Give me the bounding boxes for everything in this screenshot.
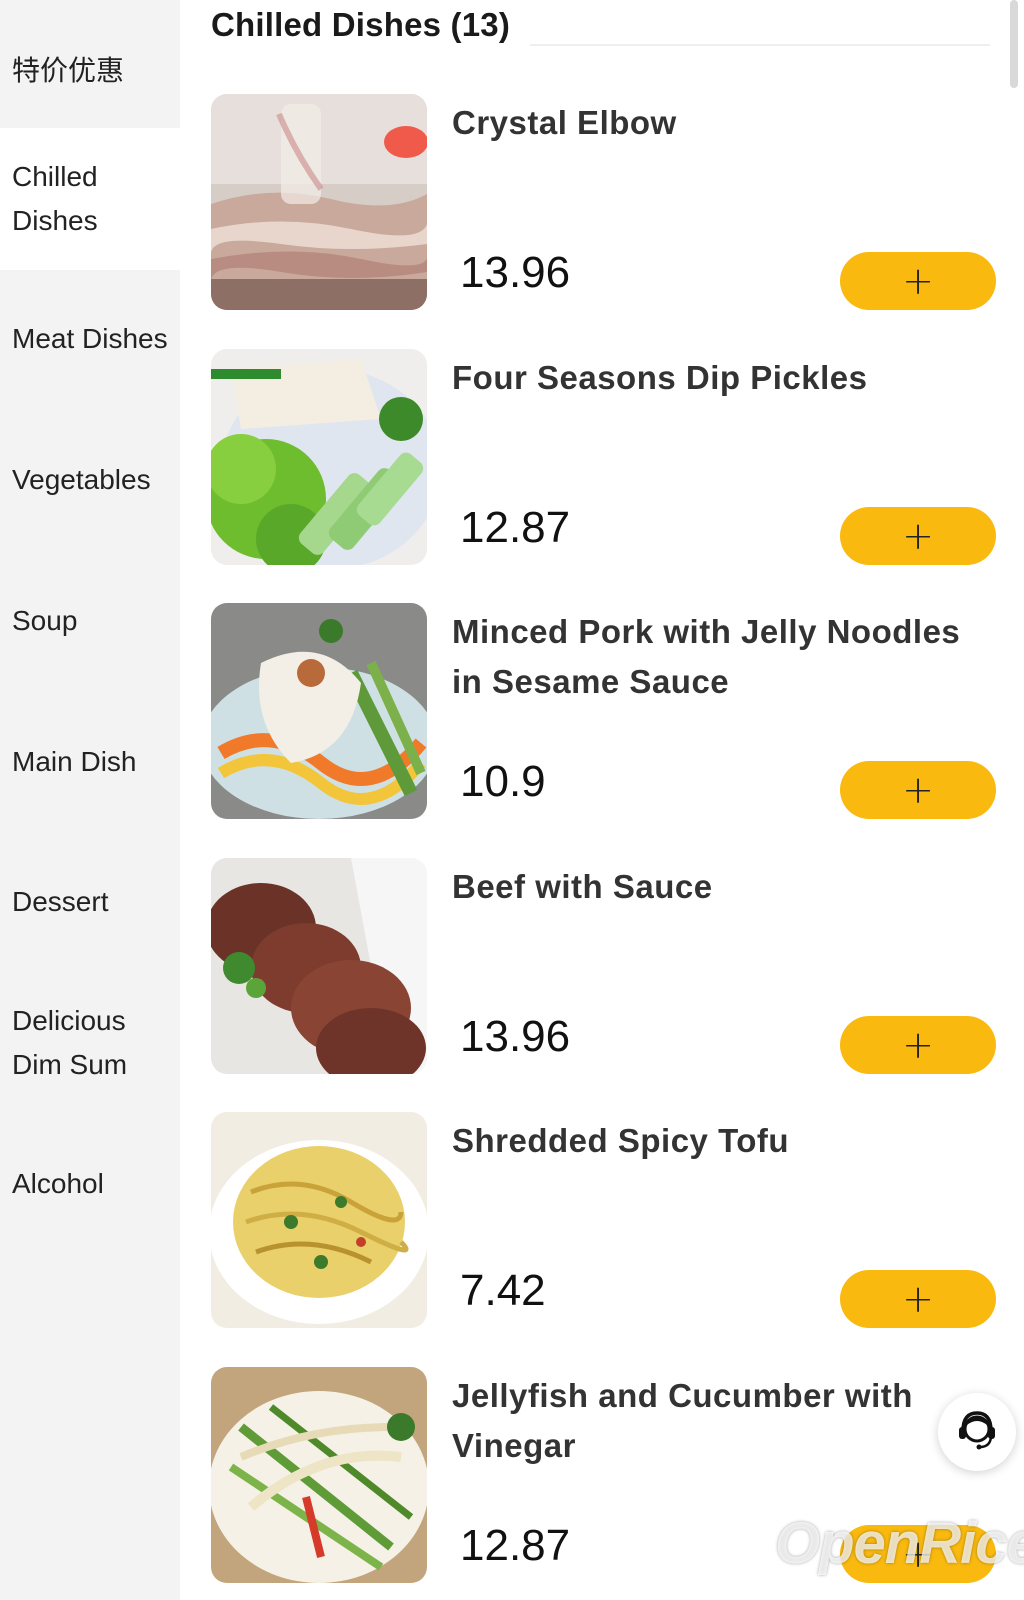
dish-photo[interactable] (211, 94, 427, 310)
sidebar-item-dim-sum[interactable]: Delicious Dim Sum (0, 972, 180, 1114)
sidebar-item-main-dish[interactable]: Main Dish (0, 691, 180, 833)
customer-service-button[interactable] (938, 1393, 1016, 1471)
dish-name: Shredded Spicy Tofu (452, 1122, 790, 1159)
dish-card: Shredded Spicy Tofu 7.42 + (180, 1112, 1024, 1332)
dish-price: 7.42 (460, 1266, 546, 1315)
dish-name: Jellyfish and Cucumber with Vinegar (452, 1377, 913, 1464)
dish-photo[interactable] (211, 603, 427, 819)
dish-price: 13.96 (460, 1012, 571, 1061)
sidebar-item-label: Chilled Dishes (12, 161, 98, 236)
dish-card: Minced Pork with Jelly Noodles in Sesame… (180, 603, 1024, 823)
dish-price: 13.96 (460, 248, 571, 297)
dish-card: Beef with Sauce 13.96 + (180, 858, 1024, 1078)
dish-photo[interactable] (211, 1367, 427, 1583)
add-to-cart-button[interactable]: + (840, 1016, 996, 1074)
dish-photo[interactable] (211, 858, 427, 1074)
dish-card: Crystal Elbow 13.96 + (180, 94, 1024, 314)
category-sidebar: 特价优惠 Chilled Dishes Meat Dishes Vegetabl… (0, 0, 180, 1600)
plus-icon: + (902, 1023, 934, 1067)
dish-list-panel: Chilled Dishes (13) Crystal Elbow 13.96 … (180, 0, 1024, 1600)
add-to-cart-button[interactable]: + (840, 761, 996, 819)
sidebar-item-alcohol[interactable]: Alcohol (0, 1113, 180, 1255)
sidebar-item-label: Soup (12, 605, 78, 636)
sidebar-item-label: Dessert (12, 886, 109, 917)
dish-name: Minced Pork with Jelly Noodles in Sesame… (452, 613, 961, 700)
dish-card: Four Seasons Dip Pickles 12.87 + (180, 349, 1024, 569)
plus-icon: + (902, 514, 934, 558)
dish-price: 12.87 (460, 1521, 571, 1570)
sidebar-item-chilled-dishes[interactable]: Chilled Dishes (0, 128, 180, 270)
sidebar-item-label: Meat Dishes (12, 323, 168, 354)
scrollbar[interactable] (1010, 0, 1018, 88)
dish-price: 10.9 (460, 757, 546, 806)
section-title: Chilled Dishes (13) (211, 6, 511, 43)
sidebar-item-meat-dishes[interactable]: Meat Dishes (0, 268, 180, 410)
sidebar-item-label: 特价优惠 (12, 55, 125, 86)
customer-service-icon (954, 1407, 1000, 1458)
plus-icon: + (902, 768, 934, 812)
sidebar-item-label: Vegetables (12, 464, 151, 495)
title-divider (530, 44, 990, 46)
sidebar-item-dessert[interactable]: Dessert (0, 831, 180, 973)
dish-name: Beef with Sauce (452, 868, 713, 905)
sidebar-item-label: Main Dish (12, 746, 137, 777)
dish-price: 12.87 (460, 503, 571, 552)
sidebar-item-vegetables[interactable]: Vegetables (0, 409, 180, 551)
sidebar-item-special-offers[interactable]: 特价优惠 (0, 0, 180, 142)
sidebar-item-soup[interactable]: Soup (0, 550, 180, 692)
sidebar-item-label: Alcohol (12, 1168, 104, 1199)
dish-photo[interactable] (211, 1112, 427, 1328)
add-to-cart-button[interactable]: + (840, 507, 996, 565)
dish-photo[interactable] (211, 349, 427, 565)
dish-name: Four Seasons Dip Pickles (452, 359, 868, 396)
dish-name: Crystal Elbow (452, 104, 677, 141)
plus-icon: + (902, 259, 934, 303)
add-to-cart-button[interactable]: + (840, 252, 996, 310)
watermark-logo: OpenRice (775, 1511, 1024, 1576)
add-to-cart-button[interactable]: + (840, 1270, 996, 1328)
sidebar-item-label: Delicious Dim Sum (12, 1005, 128, 1080)
plus-icon: + (902, 1277, 934, 1321)
